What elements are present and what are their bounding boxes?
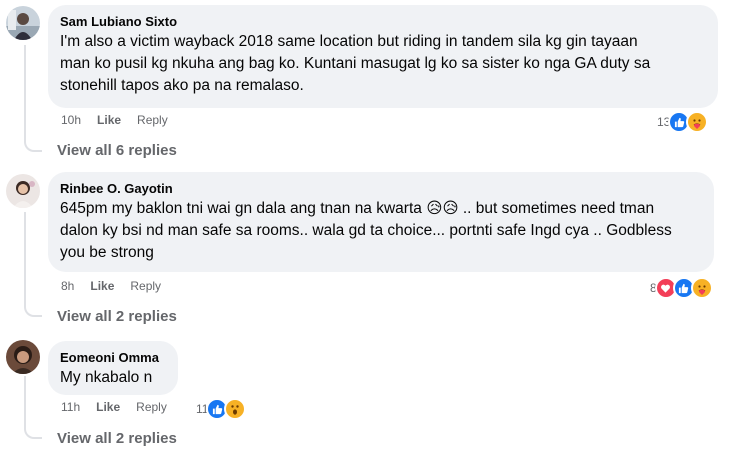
avatar[interactable]	[6, 6, 40, 40]
comment-timestamp[interactable]: 11h	[61, 399, 80, 415]
comment-text-line: man ko pusil kg nkuha ang bag ko. Kuntan…	[60, 55, 651, 72]
comment-actions: 11h Like Reply	[61, 399, 183, 415]
reply-button[interactable]: Reply	[136, 399, 167, 415]
avatar[interactable]	[6, 340, 40, 374]
like-button[interactable]: Like	[97, 112, 121, 128]
avatar-image	[6, 174, 40, 208]
avatar-image	[6, 6, 40, 40]
comment-author[interactable]: Sam Lubiano Sixto	[60, 13, 706, 30]
comment-text-line: 645pm my baklon tni wai gn dala ang tnan…	[60, 200, 655, 217]
comment-text-line: dalon ky bsi nd man safe sa rooms.. wala…	[60, 222, 672, 239]
reply-button[interactable]: Reply	[130, 278, 161, 294]
comment-timestamp[interactable]: 8h	[61, 278, 74, 294]
reply-button[interactable]: Reply	[137, 112, 168, 128]
comment-bubble: Sam Lubiano Sixto I'm also a victim wayb…	[48, 5, 718, 108]
comment-text-line: stonehill tapos ako pa na remalaso.	[60, 77, 304, 94]
thread-line	[24, 376, 26, 426]
comment-actions: 8h Like Reply	[61, 278, 177, 294]
avatar-image	[6, 340, 40, 374]
view-replies-link[interactable]: View all 2 replies	[57, 307, 177, 327]
wow-reaction-icon	[224, 398, 247, 420]
comment-text-line: My nkabalo n	[60, 369, 153, 386]
comment-bubble: Eomeoni Omma My nkabalo n	[48, 341, 178, 395]
thread-curve	[24, 303, 42, 317]
view-replies-link[interactable]: View all 2 replies	[57, 429, 177, 449]
comment-bubble: Rinbee O. Gayotin 645pm my baklon tni wa…	[48, 172, 714, 272]
thread-line	[24, 212, 26, 305]
reaction-summary[interactable]: 13	[657, 111, 709, 133]
view-replies-link[interactable]: View all 6 replies	[57, 141, 177, 161]
reaction-summary[interactable]: 8	[650, 277, 713, 299]
comment-text-line: I'm also a victim wayback 2018 same loca…	[60, 33, 638, 50]
comment-author[interactable]: Rinbee O. Gayotin	[60, 180, 702, 197]
thread-curve	[24, 138, 42, 152]
thread-curve	[24, 425, 42, 439]
care-reaction-icon	[690, 277, 713, 299]
comment-actions: 10h Like Reply	[61, 112, 184, 128]
care-reaction-icon	[686, 111, 709, 133]
like-button[interactable]: Like	[96, 399, 120, 415]
comment-text-line: you be strong	[60, 244, 154, 261]
comment-timestamp[interactable]: 10h	[61, 112, 81, 128]
reaction-summary[interactable]: 11	[196, 398, 247, 420]
avatar[interactable]	[6, 174, 40, 208]
like-button[interactable]: Like	[90, 278, 114, 294]
thread-line	[24, 45, 26, 140]
comment-author[interactable]: Eomeoni Omma	[60, 349, 166, 366]
